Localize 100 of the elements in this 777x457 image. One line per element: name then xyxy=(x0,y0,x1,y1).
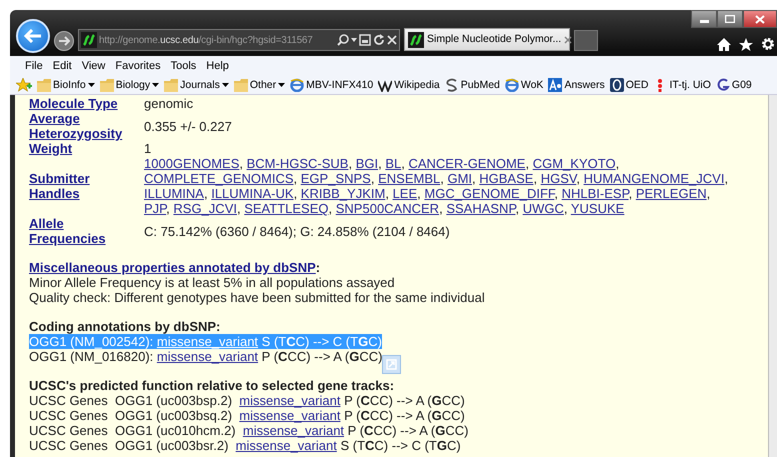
handle-link[interactable]: HUMANGENOME_JCVI xyxy=(584,171,724,186)
address-bar[interactable]: http://genome.ucsc.edu/cgi-bin/hgc?hgsid=311567 xyxy=(78,29,400,51)
handle-link[interactable]: SSAHASNP xyxy=(446,201,516,216)
favorites-link[interactable]: WoK xyxy=(504,78,544,92)
handle-link[interactable]: CGM_KYOTO xyxy=(532,156,616,171)
minimize-button[interactable] xyxy=(691,10,717,28)
codon-change: S (TCC) --> C (TGC) xyxy=(260,334,382,349)
answers-icon xyxy=(548,78,562,92)
favorites-link[interactable]: IT-tj. UiO xyxy=(653,78,711,92)
g-letter-icon xyxy=(716,78,730,92)
handle-link[interactable]: MGC_GENOME_DIFF xyxy=(424,186,554,201)
menu-item[interactable]: File xyxy=(20,58,48,72)
settings-icon[interactable] xyxy=(761,37,775,51)
handle-link[interactable]: SNP500CANCER xyxy=(336,201,440,216)
comma: , xyxy=(515,201,520,216)
field-label-link[interactable]: Weight xyxy=(29,141,129,156)
close-icon[interactable] xyxy=(564,36,572,44)
back-button[interactable] xyxy=(16,19,50,53)
codon-change: P (CCC) --> A (GCC) xyxy=(260,349,382,364)
favorites-link[interactable]: Journals xyxy=(164,78,229,92)
add-favorite-icon[interactable] xyxy=(16,78,32,92)
handle-link[interactable]: KRIBB_YJKIM xyxy=(300,186,386,201)
comma: , xyxy=(533,171,538,186)
menu-item[interactable]: View xyxy=(76,58,110,72)
handle-link[interactable]: PJP xyxy=(144,201,166,216)
handle-link[interactable]: SEATTLESEQ xyxy=(244,201,329,216)
field-label-link[interactable]: Average Heterozygosity xyxy=(29,111,129,141)
maximize-icon xyxy=(725,15,735,23)
favorites-link[interactable]: MBV-INFX410 xyxy=(290,78,374,92)
comma: , xyxy=(440,171,445,186)
codon-change: S (TCC) --> C (TGC) xyxy=(340,438,461,453)
favorites-link[interactable]: Wikipedia xyxy=(378,78,440,92)
menu-item[interactable]: Favorites xyxy=(110,58,166,72)
handle-link[interactable]: CANCER-GENOME xyxy=(408,156,526,171)
folder-icon xyxy=(164,78,178,92)
close-icon xyxy=(755,14,765,24)
browser-page-icon xyxy=(290,78,304,92)
field-value: C: 75.142% (6360 / 8464); G: 24.858% (2104 / 8464) xyxy=(144,224,451,238)
comma: , xyxy=(378,156,383,171)
menu-item[interactable]: Edit xyxy=(48,58,77,72)
scrollbar[interactable] xyxy=(768,95,777,457)
field-label-link[interactable]: Allele Frequencies xyxy=(29,216,129,246)
handle-link[interactable]: ENSEMBL xyxy=(378,171,440,186)
search-icon[interactable] xyxy=(337,34,349,46)
gene-id: OGG1 (uc003bsr.2) xyxy=(114,438,228,453)
handle-link[interactable]: YUSUKE xyxy=(570,201,624,216)
comma: , xyxy=(348,156,354,171)
comma: , xyxy=(439,201,444,216)
menu-item[interactable]: Tools xyxy=(166,58,202,72)
variant-link[interactable]: missense_variant xyxy=(239,408,340,423)
handle-link[interactable]: BGI xyxy=(356,156,378,171)
variant-link[interactable]: missense_variant xyxy=(236,438,337,453)
variant-link[interactable]: missense_variant xyxy=(156,349,258,364)
refresh-icon[interactable] xyxy=(373,34,385,46)
variant-link[interactable]: missense_variant xyxy=(239,393,340,408)
field-label-link[interactable]: Molecule Type xyxy=(29,96,129,111)
dropdown-caret-icon xyxy=(278,82,286,86)
annotation-row: OGG1 (NM_002542): missense_variant S (TCC) --> C (TGC) xyxy=(29,334,382,349)
gene-id: OGG1 (uc003bsq.2) xyxy=(114,408,232,423)
compatibility-icon[interactable] xyxy=(359,34,371,46)
favorites-link[interactable]: Answers xyxy=(548,78,605,92)
stop-icon[interactable] xyxy=(387,35,397,45)
handle-link[interactable]: HGSV xyxy=(540,171,576,186)
heading-colon: : xyxy=(316,260,320,275)
favorites-link[interactable]: BioInfo xyxy=(37,78,95,92)
star-icon[interactable] xyxy=(739,38,753,50)
handle-link[interactable]: ILLUMINA xyxy=(144,186,204,201)
forward-arrow-icon xyxy=(58,36,70,46)
dropdown-caret-icon[interactable] xyxy=(351,38,357,42)
home-icon[interactable] xyxy=(717,38,731,50)
handle-link[interactable]: UWGC xyxy=(522,201,564,216)
forward-button[interactable] xyxy=(54,31,74,51)
browser-page-icon xyxy=(504,78,519,92)
handle-link[interactable]: BCM-HGSC-SUB xyxy=(246,156,348,171)
favorites-link[interactable]: OED xyxy=(610,78,648,92)
field-label-link[interactable]: Submitter Handles xyxy=(29,171,129,201)
comma: , xyxy=(554,186,560,201)
handle-link[interactable]: COMPLETE_GENOMICS xyxy=(144,171,294,186)
section-heading-link[interactable]: Miscellaneous properties annotated by dbSNP xyxy=(29,260,316,275)
handle-link[interactable]: HGBASE xyxy=(479,171,534,186)
handle-link[interactable]: BL xyxy=(385,156,402,171)
favorites-link[interactable]: Other xyxy=(234,78,286,92)
close-button[interactable] xyxy=(743,10,777,28)
handle-link[interactable]: EGP_SNPS xyxy=(300,171,371,186)
maximize-button[interactable] xyxy=(717,10,743,28)
favorites-link[interactable]: Biology xyxy=(100,78,160,92)
browser-tab[interactable]: Simple Nucleotide Polymor... xyxy=(404,28,570,51)
variant-link[interactable]: missense_variant xyxy=(242,423,344,438)
handle-link[interactable]: RSG_JCVI xyxy=(173,201,237,216)
dictionary-icon xyxy=(610,78,624,92)
handle-link[interactable]: GMI xyxy=(447,171,472,186)
handle-link[interactable]: ILLUMINA-UK xyxy=(211,186,294,201)
field-value: 1 xyxy=(144,141,152,156)
favorites-link[interactable]: G09 xyxy=(716,78,752,92)
handle-link[interactable]: NHLBI-ESP xyxy=(562,186,629,201)
handle-link[interactable]: LEE xyxy=(392,186,418,201)
handle-link[interactable]: 1000GENOMES xyxy=(144,156,240,171)
menu-item[interactable]: Help xyxy=(201,58,234,72)
handle-link[interactable]: PERLEGEN xyxy=(636,186,707,201)
favorites-link[interactable]: PubMed xyxy=(444,78,500,92)
